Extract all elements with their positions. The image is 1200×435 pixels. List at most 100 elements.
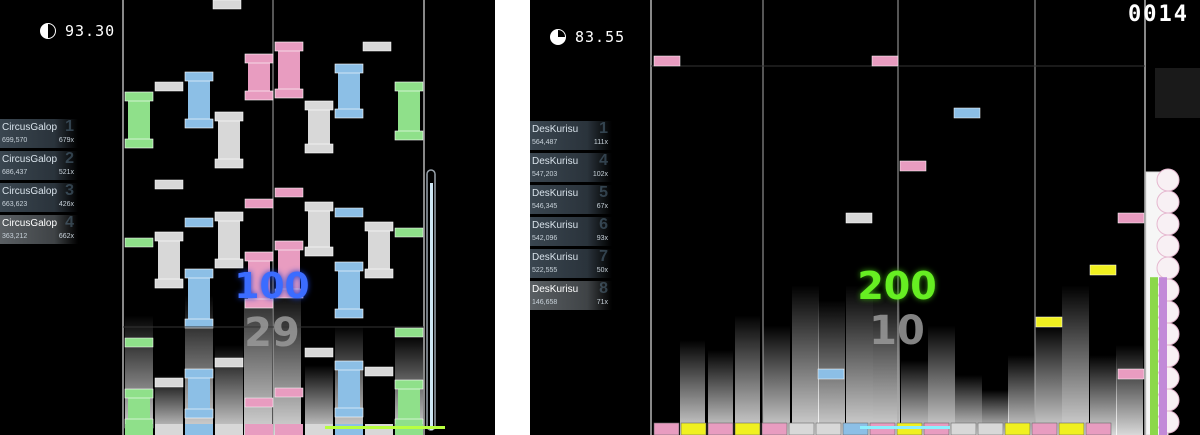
leaderboard-score: 542,096 <box>532 235 558 242</box>
tap-note <box>1089 264 1117 276</box>
leaderboard-entry: 4 DesKurisu 547,203 102x <box>530 152 612 182</box>
key-receptor <box>185 424 213 435</box>
leaderboard-entry: 6 DesKurisu 542,096 93x <box>530 216 612 246</box>
judgement-text: 200 <box>857 264 937 308</box>
leaderboard-player-name: DesKurisu <box>532 284 579 295</box>
tap-note <box>1117 212 1145 224</box>
leaderboard-rank: 5 <box>599 184 608 201</box>
hold-note-head <box>184 368 214 379</box>
health-bar-bubble <box>1156 190 1180 214</box>
key-receptor <box>1004 422 1031 435</box>
tap-note <box>871 55 899 67</box>
hold-note-body <box>308 104 330 150</box>
leaderboard-entry: 5 DesKurisu 546,345 67x <box>530 184 612 214</box>
hold-note-head <box>274 240 304 251</box>
hold-note-tail <box>214 158 244 169</box>
right-leaderboard: 1 DesKurisu 564,487 111x 4 DesKurisu 547… <box>530 120 612 313</box>
hold-note-tail <box>334 308 364 319</box>
leaderboard-score: 686,437 <box>2 169 28 176</box>
leaderboard-rank: 4 <box>599 152 608 169</box>
key-receptor <box>1058 422 1085 435</box>
hold-note-tail <box>304 246 334 257</box>
leaderboard-player-name: CircusGalop <box>2 186 58 197</box>
tap-note <box>653 55 681 67</box>
judgement-text: 100 <box>234 266 310 307</box>
tap-note <box>124 337 154 348</box>
leaderboard-score: 699,570 <box>2 137 28 144</box>
score-grid-panel <box>1155 68 1200 118</box>
key-receptor <box>761 422 788 435</box>
hold-note-head <box>334 261 364 272</box>
hit-error-bar <box>860 426 950 429</box>
leaderboard-combo: 426x <box>58 201 74 208</box>
leaderboard-combo: 662x <box>58 233 74 240</box>
key-light-beam <box>1062 285 1089 435</box>
hold-note-body <box>128 95 150 145</box>
leaderboard-rank: 3 <box>65 182 74 199</box>
hold-note-head <box>214 111 244 122</box>
key-light-beam <box>763 325 790 435</box>
leaderboard-score: 564,487 <box>532 139 558 146</box>
health-bar-bubble <box>1156 168 1180 192</box>
hold-note-head <box>124 388 154 399</box>
key-receptor <box>215 424 243 435</box>
tap-note <box>244 198 274 209</box>
tap-note <box>244 397 274 408</box>
hold-note-body <box>398 85 420 137</box>
key-light-beam <box>818 300 845 435</box>
leaderboard-player-name: DesKurisu <box>532 156 579 167</box>
health-bar-fill <box>430 183 433 430</box>
key-receptor <box>680 422 707 435</box>
leaderboard-player-name: CircusGalop <box>2 218 58 229</box>
key-light-beam <box>708 350 733 435</box>
left-leaderboard: 1 CircusGalop 699,570 679x 2 CircusGalop… <box>0 118 78 247</box>
leaderboard-combo: 50x <box>596 267 608 274</box>
leaderboard-rank: 6 <box>599 216 608 233</box>
hold-note-body <box>188 372 210 415</box>
key-receptor <box>155 424 183 435</box>
leaderboard-combo: 111x <box>593 139 608 146</box>
health-bar-bubble <box>1156 234 1180 258</box>
leaderboard-player-name: DesKurisu <box>532 124 579 135</box>
key-receptor <box>1085 422 1112 435</box>
hold-note-body <box>278 45 300 95</box>
key-receptor <box>395 424 423 435</box>
tap-note <box>953 107 981 119</box>
leaderboard-score: 146,658 <box>532 299 558 306</box>
tap-note <box>364 366 394 377</box>
tap-note <box>154 179 184 190</box>
right-gameplay-panel: 83.55 0014 1 DesKurisu 564,487 111x 4 De… <box>530 0 1200 435</box>
panel-divider <box>495 0 530 435</box>
tap-note <box>212 0 242 10</box>
leaderboard-rank: 4 <box>65 214 74 231</box>
hold-note-body <box>188 75 210 125</box>
key-receptor <box>815 422 842 435</box>
tap-note <box>274 187 304 198</box>
hold-note-head <box>394 81 424 92</box>
hold-note-head <box>364 221 394 232</box>
hold-note-head <box>274 41 304 52</box>
health-bar-bubble <box>1156 256 1180 280</box>
tap-note <box>154 377 184 388</box>
leaderboard-entry-player: 4 CircusGalop 363,212 662x <box>0 214 78 244</box>
hold-note-head <box>304 100 334 111</box>
leaderboard-combo: 93x <box>596 235 608 242</box>
tap-note <box>845 212 873 224</box>
health-bar-bubble <box>1156 212 1180 236</box>
hold-note-tail <box>154 278 184 289</box>
leaderboard-score: 547,203 <box>532 171 558 178</box>
key-light-beam <box>680 340 705 435</box>
key-light-beam <box>792 285 819 435</box>
key-receptor <box>275 424 303 435</box>
tap-note <box>899 160 927 172</box>
hold-note-body <box>308 205 330 253</box>
hold-note-head <box>334 63 364 74</box>
hold-note-tail <box>244 90 274 101</box>
tap-note <box>274 387 304 398</box>
hold-note-head <box>334 360 364 371</box>
leaderboard-combo: 679x <box>58 137 74 144</box>
leaderboard-score: 663,623 <box>2 201 28 208</box>
key-receptor <box>335 424 363 435</box>
tap-note <box>1117 368 1145 380</box>
leaderboard-score: 363,212 <box>2 233 28 240</box>
